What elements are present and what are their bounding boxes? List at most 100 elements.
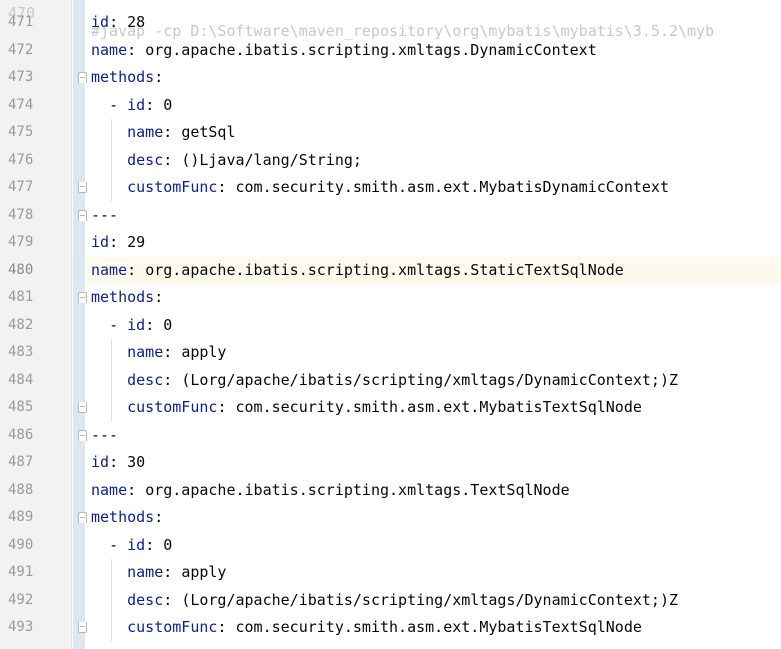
code-line[interactable]: 481 methods: (0, 284, 781, 312)
yaml-key: name (127, 563, 164, 581)
code-line[interactable]: 482 - id: 0 (0, 312, 781, 340)
line-content: id: 29 (91, 229, 145, 257)
yaml-key: desc (127, 370, 164, 389)
code-line[interactable]: 474 - id: 0 (0, 92, 781, 120)
partial-top-line: 470 #javap -cp D:\Software\maven_reposit… (0, 0, 781, 40)
indent-guide (111, 339, 112, 422)
yaml-key: desc (127, 590, 164, 609)
yaml-key: desc (127, 150, 164, 169)
fold-open-icon[interactable] (78, 72, 87, 83)
yaml-key: customFunc (127, 398, 218, 416)
code-line[interactable]: 486 --- (0, 422, 781, 450)
line-content: desc: (Lorg/apache/ibatis/scripting/xmlt… (91, 587, 678, 615)
yaml-separator: : (127, 40, 146, 59)
yaml-value: com.security.smith.asm.ext.MybatisDynami… (235, 178, 669, 196)
yaml-separator: : (154, 508, 164, 526)
yaml-separator: : (217, 178, 236, 196)
yaml-key: methods (91, 288, 155, 306)
line-number: 489 (8, 509, 34, 525)
yaml-value: getSql (181, 123, 236, 141)
line-content: id: 30 (91, 449, 145, 477)
yaml-key: name (127, 123, 164, 141)
yaml-key: name (91, 480, 128, 499)
line-content: name: org.apache.ibatis.scripting.xmltag… (91, 37, 597, 65)
list-dash: - (109, 95, 128, 114)
line-content: methods: (91, 504, 163, 532)
code-line[interactable]: 493 customFunc: com.security.smith.asm.e… (0, 614, 781, 642)
code-line[interactable]: 472 name: org.apache.ibatis.scripting.xml… (0, 37, 781, 65)
yaml-key: methods (91, 508, 155, 526)
line-number: 473 (8, 69, 34, 85)
line-number: 475 (8, 124, 34, 140)
yaml-separator: : (127, 260, 146, 279)
code-line[interactable]: 484 desc: (Lorg/apache/ibatis/scripting/… (0, 367, 781, 395)
line-number: 492 (8, 591, 34, 608)
yaml-separator: : (163, 370, 182, 389)
fold-open-icon[interactable] (78, 429, 87, 441)
yaml-key: name (91, 40, 128, 59)
yaml-value: com.security.smith.asm.ext.MybatisTextSq… (235, 618, 642, 636)
list-dash: - (109, 535, 128, 554)
line-content: customFunc: com.security.smith.asm.ext.M… (91, 614, 642, 642)
yaml-separator: : (145, 95, 164, 114)
document-separator: --- (91, 425, 119, 444)
line-content: desc: ()Ljava/lang/String; (91, 147, 362, 175)
fold-close-icon[interactable] (78, 182, 87, 193)
indent-guide (111, 119, 112, 202)
line-content: name: org.apache.ibatis.scripting.xmltag… (91, 477, 570, 505)
line-number: 486 (8, 426, 34, 443)
line-content: methods: (91, 284, 163, 312)
yaml-separator: : (163, 123, 182, 141)
line-content: methods: (91, 64, 163, 92)
yaml-key: id (91, 453, 110, 471)
line-number: 488 (8, 481, 34, 498)
line-content: --- (91, 202, 118, 230)
yaml-separator: : (145, 535, 164, 554)
code-line[interactable]: 488 name: org.apache.ibatis.scripting.xml… (0, 477, 781, 505)
line-content: --- (91, 422, 118, 450)
code-line[interactable]: 483 name: apply (0, 339, 781, 367)
line-number: 483 (8, 344, 34, 360)
yaml-key: methods (91, 68, 155, 86)
line-number: 479 (8, 234, 34, 250)
yaml-value: com.security.smith.asm.ext.MybatisTextSq… (235, 398, 642, 416)
code-line[interactable]: 480 name: org.apache.ibatis.scripting.xml… (0, 257, 781, 285)
code-line[interactable]: 492 desc: (Lorg/apache/ibatis/scripting/… (0, 587, 781, 615)
line-content: id: 28 (91, 9, 145, 37)
code-line[interactable]: 490 - id: 0 (0, 532, 781, 560)
yaml-value: apply (181, 563, 227, 581)
yaml-value: 28 (127, 13, 146, 31)
code-line[interactable]: 487 id: 30 (0, 449, 781, 477)
code-line[interactable]: 473 methods: (0, 64, 781, 92)
code-line[interactable]: 485 customFunc: com.security.smith.asm.e… (0, 394, 781, 422)
indent-guide (111, 559, 112, 642)
code-line[interactable]: 471 id: 28 (0, 9, 781, 37)
yaml-key: customFunc (127, 178, 218, 196)
yaml-value: (Lorg/apache/ibatis/scripting/xmltags/Dy… (181, 370, 679, 389)
yaml-separator: : (109, 453, 128, 471)
fold-open-icon[interactable] (78, 292, 87, 303)
line-number: 472 (8, 41, 34, 58)
line-number: 484 (8, 371, 34, 388)
yaml-key: id (91, 233, 110, 251)
line-number: 474 (8, 96, 34, 113)
code-editor[interactable]: 470 #javap -cp D:\Software\maven_reposit… (0, 0, 781, 649)
yaml-value: org.apache.ibatis.scripting.xmltags.Stat… (145, 260, 624, 279)
code-line[interactable]: 476 desc: ()Ljava/lang/String; (0, 147, 781, 175)
code-line[interactable]: 477 customFunc: com.security.smith.asm.e… (0, 174, 781, 202)
code-line[interactable]: 491 name: apply (0, 559, 781, 587)
fold-close-icon[interactable] (78, 622, 87, 633)
code-line[interactable]: 475 name: getSql (0, 119, 781, 147)
fold-close-icon[interactable] (78, 402, 87, 413)
code-line[interactable]: 478 --- (0, 202, 781, 230)
line-content: name: getSql (91, 119, 236, 147)
code-line[interactable]: 489 methods: (0, 504, 781, 532)
yaml-separator: : (163, 150, 182, 169)
fold-open-icon[interactable] (78, 512, 87, 523)
line-number: 487 (8, 454, 34, 470)
yaml-value: apply (181, 343, 227, 361)
fold-open-icon[interactable] (78, 209, 87, 221)
yaml-separator: : (163, 563, 182, 581)
code-line[interactable]: 479 id: 29 (0, 229, 781, 257)
line-content: name: org.apache.ibatis.scripting.xmltag… (91, 257, 624, 285)
